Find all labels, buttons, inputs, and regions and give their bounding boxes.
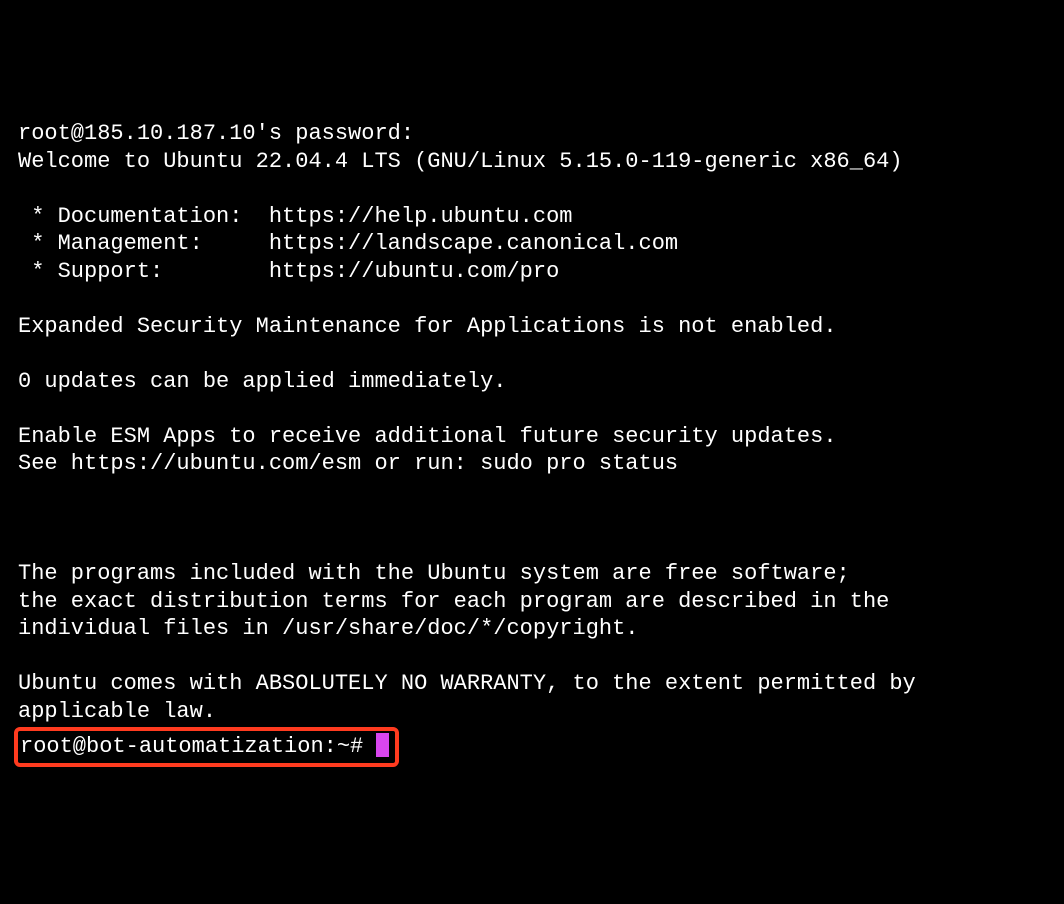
prompt-highlight-box: root@bot-automatization:~# (14, 727, 399, 767)
password-prompt-line: root@185.10.187.10's password: (18, 121, 414, 146)
distribution-terms-line: the exact distribution terms for each pr… (18, 589, 889, 614)
shell-prompt[interactable]: root@bot-automatization:~# (20, 734, 376, 759)
copyright-line: individual files in /usr/share/doc/*/cop… (18, 616, 639, 641)
terminal-output[interactable]: root@185.10.187.10's password: Welcome t… (18, 120, 1046, 767)
esm-status-line: Expanded Security Maintenance for Applic… (18, 314, 837, 339)
free-software-line: The programs included with the Ubuntu sy… (18, 561, 850, 586)
documentation-line: * Documentation: https://help.ubuntu.com (18, 204, 573, 229)
esm-link-line: See https://ubuntu.com/esm or run: sudo … (18, 451, 678, 476)
updates-line: 0 updates can be applied immediately. (18, 369, 506, 394)
warranty-line: Ubuntu comes with ABSOLUTELY NO WARRANTY… (18, 671, 916, 696)
management-line: * Management: https://landscape.canonica… (18, 231, 678, 256)
cursor-icon (376, 733, 389, 757)
esm-enable-line: Enable ESM Apps to receive additional fu… (18, 424, 837, 449)
support-line: * Support: https://ubuntu.com/pro (18, 259, 559, 284)
welcome-line: Welcome to Ubuntu 22.04.4 LTS (GNU/Linux… (18, 149, 903, 174)
applicable-law-line: applicable law. (18, 699, 216, 724)
